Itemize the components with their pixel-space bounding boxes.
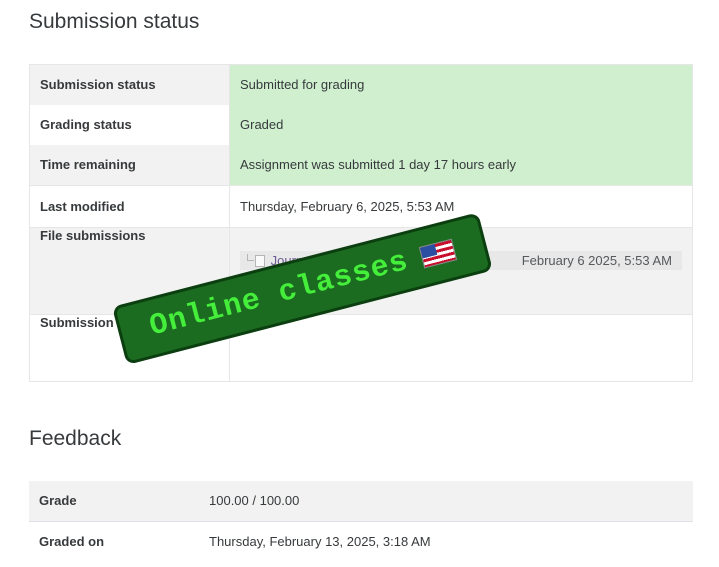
time-remaining-value: Assignment was submitted 1 day 17 hours … xyxy=(229,145,693,186)
table-row: Graded on Thursday, February 13, 2025, 3… xyxy=(29,521,693,562)
us-flag-icon xyxy=(418,238,458,269)
table-row: Grade 100.00 / 100.00 xyxy=(29,481,693,522)
time-remaining-label: Time remaining xyxy=(29,145,230,186)
submission-status-value: Submitted for grading xyxy=(229,64,693,105)
table-row: Last modified Thursday, February 6, 2025… xyxy=(29,185,693,228)
grading-status-label: Grading status xyxy=(29,105,230,145)
graded-on-value: Thursday, February 13, 2025, 3:18 AM xyxy=(199,521,693,562)
file-date: February 6 2025, 5:53 AM xyxy=(521,253,672,268)
grade-value: 100.00 / 100.00 xyxy=(199,481,693,522)
grading-status-value: Graded xyxy=(229,105,693,145)
feedback-heading: Feedback xyxy=(29,427,122,450)
grade-label: Grade xyxy=(29,481,199,522)
table-row: Submission status Submitted for grading xyxy=(29,64,693,105)
last-modified-label: Last modified xyxy=(29,185,230,228)
table-row: Grading status Graded xyxy=(29,105,693,145)
document-icon xyxy=(255,255,265,267)
graded-on-label: Graded on xyxy=(29,521,199,562)
feedback-table: Grade 100.00 / 100.00 Graded on Thursday… xyxy=(29,481,693,562)
submission-status-label: Submission status xyxy=(29,64,230,105)
submission-comments-cell[interactable] xyxy=(229,314,693,382)
table-row: Time remaining Assignment was submitted … xyxy=(29,145,693,186)
submission-status-heading: Submission status xyxy=(29,10,200,33)
